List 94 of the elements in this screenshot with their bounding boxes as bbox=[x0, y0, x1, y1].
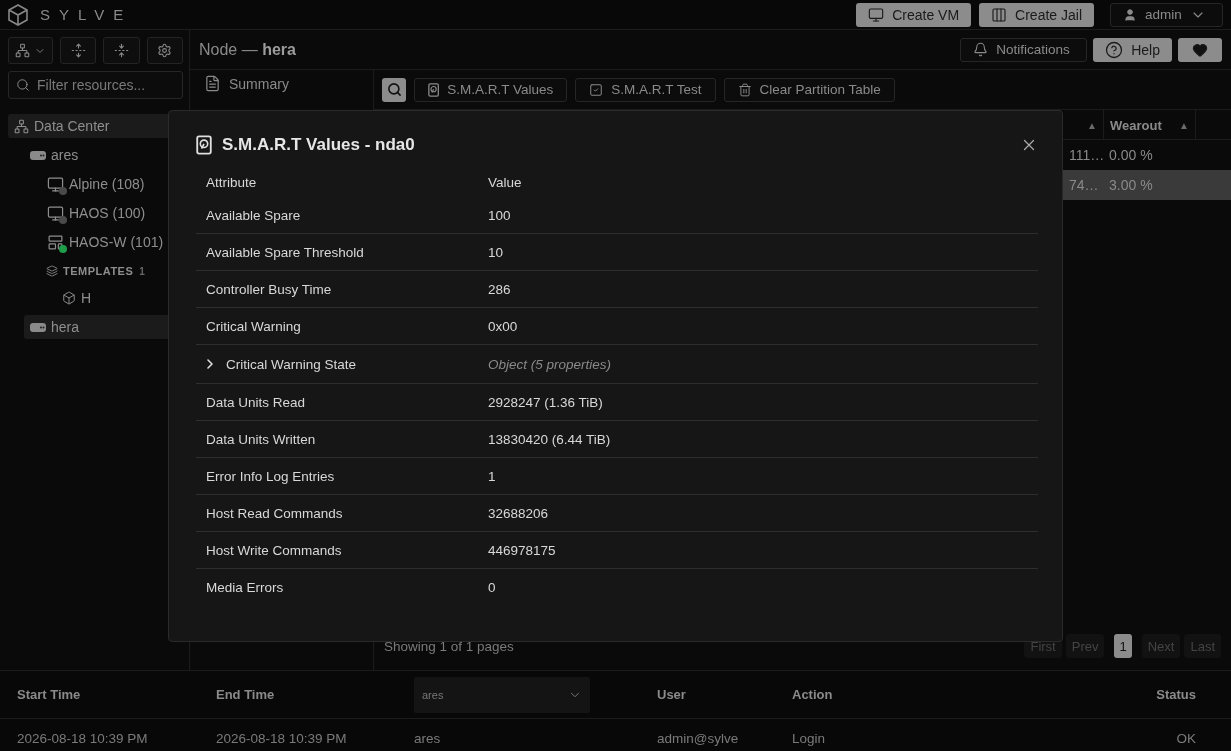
network-icon bbox=[14, 118, 29, 134]
attribute-label: Data Units Written bbox=[206, 431, 316, 447]
dialog-title: S.M.A.R.T Values - nda0 bbox=[222, 135, 416, 155]
attribute-value: 13830420 (6.44 TiB) bbox=[488, 431, 612, 447]
attribute-label: Host Read Commands bbox=[206, 505, 343, 521]
attribute-label: Critical Warning bbox=[206, 318, 301, 334]
attribute-label: Controller Busy Time bbox=[206, 281, 332, 297]
user-icon bbox=[1123, 7, 1137, 22]
user-menu[interactable]: admin bbox=[1110, 2, 1223, 27]
create-button[interactable]: Create VM bbox=[856, 2, 972, 27]
view-button[interactable] bbox=[8, 37, 53, 64]
server-icon bbox=[30, 150, 46, 160]
layers-icon bbox=[46, 265, 58, 277]
attribute-label: Error Info Log Entries bbox=[206, 468, 335, 484]
sort-icon[interactable]: ▲ bbox=[1087, 119, 1097, 131]
tree-item[interactable]: HAOS (100) bbox=[40, 201, 183, 225]
attribute-value: Object (5 properties) bbox=[488, 356, 613, 372]
attribute-value: 2928247 (1.36 TiB) bbox=[488, 394, 604, 410]
tree-item[interactable]: ares bbox=[24, 143, 183, 167]
table-cell-text: 0.00 % bbox=[1108, 147, 1154, 163]
monitor-icon bbox=[868, 6, 885, 23]
column-header: Action bbox=[792, 687, 834, 702]
table-cell-text: 2026-08-18 10:39 PM bbox=[17, 729, 149, 746]
search-icon bbox=[16, 78, 30, 92]
app-name: SYLVE bbox=[40, 6, 134, 23]
tree-item[interactable]: Alpine (108) bbox=[40, 172, 183, 196]
attribute-label: Available Spare bbox=[206, 207, 301, 223]
jail-icon bbox=[991, 6, 1008, 23]
attribute-label: Media Errors bbox=[206, 580, 284, 595]
page-button[interactable]: 1 bbox=[1114, 634, 1132, 658]
attribute-value: 10 bbox=[488, 244, 505, 260]
help-icon bbox=[1105, 40, 1124, 59]
bell-icon bbox=[973, 42, 989, 57]
column-header[interactable]: Wearout ▲ bbox=[1104, 110, 1196, 140]
collapse-icon bbox=[114, 43, 129, 58]
column-header: End Time bbox=[216, 687, 276, 702]
toolbar-button[interactable]: Clear Partition Table bbox=[723, 77, 895, 102]
table-cell-text: 3.00 % bbox=[1108, 177, 1154, 193]
heart-icon bbox=[1192, 41, 1208, 58]
column-header: Status bbox=[1156, 687, 1196, 702]
column-header: Start Time bbox=[17, 687, 82, 702]
settings-icon bbox=[157, 43, 173, 58]
table-cell-text: ares bbox=[414, 729, 442, 746]
page-summary: Showing 1 of 1 pages bbox=[384, 638, 515, 654]
expand-icon bbox=[70, 43, 86, 58]
attribute-value: 0x00 bbox=[488, 318, 519, 334]
table-cell-text: 111… bbox=[1068, 147, 1104, 163]
notifications-button[interactable]: Notifications bbox=[960, 37, 1088, 62]
table-cell-text: Login bbox=[792, 729, 827, 746]
search-button[interactable] bbox=[382, 77, 406, 102]
tree-item[interactable]: HAOS-W (101) bbox=[40, 230, 183, 254]
filter-field[interactable]: Filter resources... bbox=[8, 71, 183, 99]
table-cell-text: 74… bbox=[1068, 177, 1100, 193]
attribute-value: 100 bbox=[488, 207, 512, 223]
toolbar-button[interactable]: S.M.A.R.T Values bbox=[414, 77, 568, 102]
table-cell-text: 2026-08-18 10:39 PM bbox=[216, 729, 348, 746]
checklist-icon bbox=[589, 82, 604, 97]
help-button[interactable]: Help bbox=[1093, 37, 1172, 62]
node-select[interactable]: ares bbox=[414, 676, 590, 713]
search-icon bbox=[386, 82, 402, 97]
column-header: User bbox=[657, 687, 687, 702]
attribute-label: Host Write Commands bbox=[206, 542, 342, 558]
cube-logo-icon bbox=[8, 3, 28, 26]
table-cell-text: admin@sylve bbox=[657, 729, 740, 746]
attribute-value: 1 bbox=[488, 468, 497, 484]
column-header[interactable]: ▲ bbox=[1064, 110, 1104, 140]
monitor-icon bbox=[46, 175, 64, 193]
toolbar-button[interactable]: S.M.A.R.T Test bbox=[575, 77, 716, 102]
attribute-label: Data Units Read bbox=[206, 394, 306, 410]
jail-icon bbox=[46, 233, 64, 251]
collapse-button[interactable] bbox=[103, 37, 140, 64]
column-header: Attribute bbox=[206, 174, 258, 190]
settings-button[interactable] bbox=[146, 37, 183, 64]
attribute-label: Available Spare Threshold bbox=[206, 244, 364, 260]
document-icon bbox=[204, 75, 221, 92]
favorite-button[interactable] bbox=[1178, 37, 1222, 62]
nav-item[interactable]: Summary bbox=[204, 75, 359, 92]
attribute-value: 286 bbox=[488, 281, 512, 297]
table-cell-text: OK bbox=[1176, 729, 1196, 746]
attribute-value: 32688206 bbox=[488, 505, 550, 521]
attribute-value: 446978175 bbox=[488, 542, 557, 558]
create-button[interactable]: Create Jail bbox=[979, 2, 1094, 27]
tree-item[interactable]: TEMPLATES 1 bbox=[40, 259, 183, 283]
attribute-value: 0 bbox=[488, 580, 497, 595]
page-title: Node — hera bbox=[199, 40, 297, 59]
server-icon bbox=[30, 322, 46, 332]
tree-item[interactable]: H bbox=[56, 286, 183, 310]
column-header: Value bbox=[488, 174, 523, 190]
attribute-label: Critical Warning State bbox=[226, 356, 357, 372]
network-icon bbox=[15, 43, 30, 58]
template-icon bbox=[62, 291, 76, 305]
monitor-icon bbox=[46, 204, 64, 222]
sort-icon[interactable]: ▲ bbox=[1179, 119, 1189, 131]
trash-icon bbox=[737, 82, 752, 97]
